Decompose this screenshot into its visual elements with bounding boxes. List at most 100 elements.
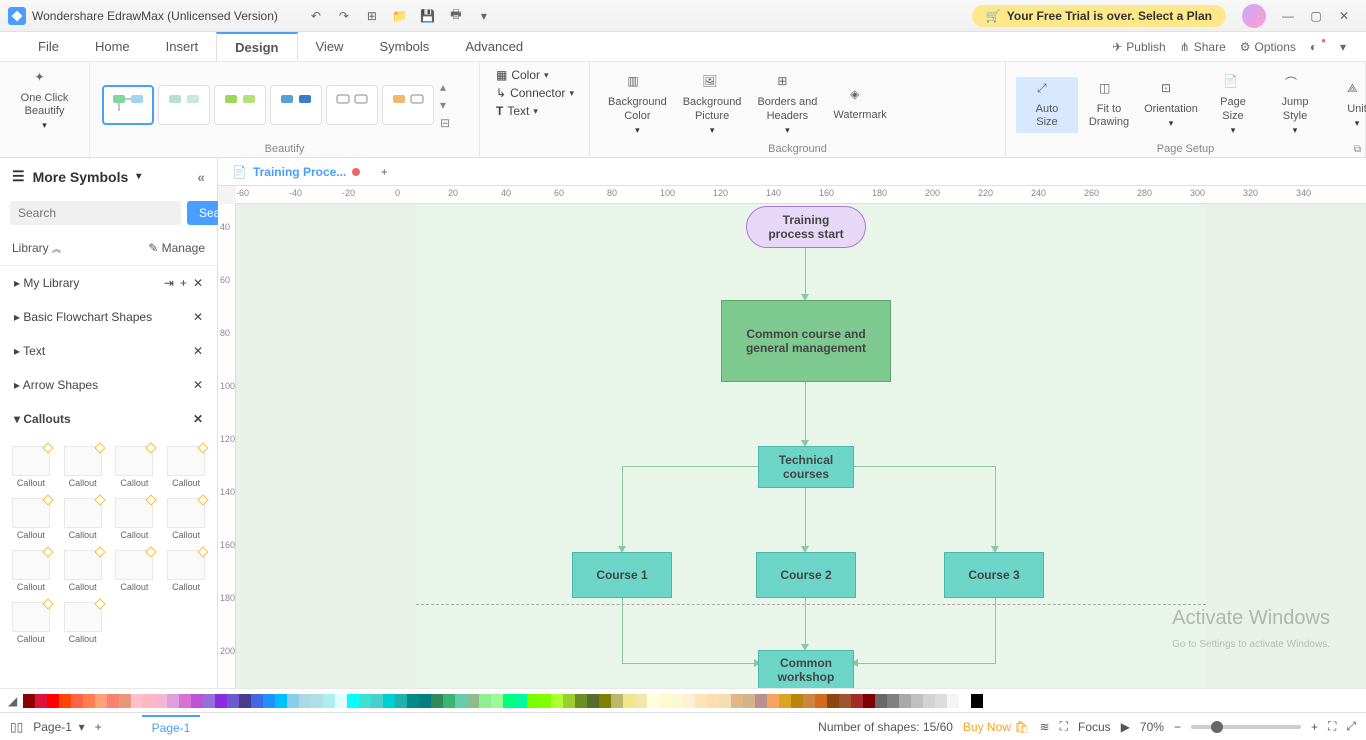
theme-2[interactable]	[158, 85, 210, 125]
color-swatch[interactable]	[599, 694, 611, 708]
canvas[interactable]: Training process start Common course and…	[236, 204, 1366, 688]
callout-shape[interactable]: Callout	[161, 442, 211, 492]
zoom-slider[interactable]	[1191, 725, 1301, 729]
collapse-sidebar-icon[interactable]: «	[197, 169, 205, 185]
shape-c3[interactable]: Course 3	[944, 552, 1044, 598]
color-swatch[interactable]	[899, 694, 911, 708]
color-swatch[interactable]	[659, 694, 671, 708]
callout-shape[interactable]: Callout	[161, 546, 211, 596]
color-swatch[interactable]	[299, 694, 311, 708]
cat-text[interactable]: ▸ Text✕	[0, 334, 217, 368]
close-cat-icon[interactable]: ✕	[193, 344, 203, 358]
color-swatch[interactable]	[191, 694, 203, 708]
color-swatch[interactable]	[155, 694, 167, 708]
menu-insert[interactable]: Insert	[148, 33, 217, 60]
presentation-icon[interactable]: ▶	[1121, 720, 1130, 734]
color-swatch[interactable]	[767, 694, 779, 708]
shape-workshop[interactable]: Common workshop	[758, 650, 854, 688]
manage-button[interactable]: ✎ Manage	[148, 241, 205, 255]
color-swatch[interactable]	[95, 694, 107, 708]
color-swatch[interactable]	[395, 694, 407, 708]
color-swatch[interactable]	[947, 694, 959, 708]
bg-color-button[interactable]: ▥Background Color▾	[600, 70, 675, 139]
color-swatch[interactable]	[611, 694, 623, 708]
menu-advanced[interactable]: Advanced	[447, 33, 541, 60]
color-swatch[interactable]	[731, 694, 743, 708]
redo-icon[interactable]: ↷	[330, 2, 358, 30]
jump-style-button[interactable]: ⌒Jump Style▾	[1264, 70, 1326, 139]
color-swatch[interactable]	[959, 694, 971, 708]
menu-symbols[interactable]: Symbols	[361, 33, 447, 60]
options-button[interactable]: ⚙Options	[1240, 40, 1296, 54]
color-swatch[interactable]	[443, 694, 455, 708]
callout-shape[interactable]: Callout	[58, 442, 108, 492]
new-icon[interactable]: ⊞	[358, 2, 386, 30]
color-swatch[interactable]	[527, 694, 539, 708]
color-swatch[interactable]	[143, 694, 155, 708]
close-cat-icon[interactable]: ✕	[193, 276, 203, 290]
close-cat-icon[interactable]: ✕	[193, 412, 203, 426]
open-icon[interactable]: 📁	[386, 2, 414, 30]
shape-start[interactable]: Training process start	[746, 206, 866, 248]
orientation-button[interactable]: ⊡Orientation▾	[1140, 77, 1202, 133]
save-icon[interactable]: 💾	[414, 2, 442, 30]
add-icon[interactable]: +	[180, 276, 187, 290]
theme-4[interactable]	[270, 85, 322, 125]
color-swatch[interactable]	[371, 694, 383, 708]
color-swatch[interactable]	[743, 694, 755, 708]
callout-shape[interactable]: Callout	[110, 442, 160, 492]
search-input[interactable]	[10, 201, 181, 225]
callout-shape[interactable]: Callout	[110, 494, 160, 544]
minimize-icon[interactable]: —	[1274, 2, 1302, 30]
color-swatch[interactable]	[407, 694, 419, 708]
color-swatch[interactable]	[971, 694, 983, 708]
callout-shape[interactable]: Callout	[110, 546, 160, 596]
color-swatch[interactable]	[491, 694, 503, 708]
color-swatch[interactable]	[587, 694, 599, 708]
color-swatch[interactable]	[167, 694, 179, 708]
unit-button[interactable]: ⟁Unit▾	[1326, 77, 1366, 133]
color-swatch[interactable]	[515, 694, 527, 708]
color-swatch[interactable]	[623, 694, 635, 708]
color-swatch[interactable]	[551, 694, 563, 708]
new-tab-button[interactable]: +	[370, 158, 398, 186]
color-swatch[interactable]	[215, 694, 227, 708]
focus-frame-icon[interactable]: ⛶	[1060, 719, 1068, 734]
callout-shape[interactable]: Callout	[58, 598, 108, 648]
color-swatch[interactable]	[35, 694, 47, 708]
color-swatch[interactable]	[923, 694, 935, 708]
callout-shape[interactable]: Callout	[6, 442, 56, 492]
panel-icon[interactable]: ▯▯	[10, 720, 23, 734]
share-button[interactable]: ⋔Share	[1180, 40, 1226, 54]
add-page-button[interactable]: +	[95, 720, 102, 734]
color-swatch[interactable]	[647, 694, 659, 708]
maximize-icon[interactable]: ▢	[1302, 2, 1330, 30]
color-dropdown[interactable]: ▦Color▾	[490, 66, 579, 84]
shape-common[interactable]: Common course and general management	[721, 300, 891, 382]
page-selector[interactable]: Page-1 ▾	[33, 720, 84, 734]
color-swatch[interactable]	[803, 694, 815, 708]
print-icon[interactable]: 🖶	[442, 2, 470, 30]
more-symbols-button[interactable]: ☰ More Symbols▾ «	[0, 158, 217, 195]
callout-shape[interactable]: Callout	[58, 546, 108, 596]
color-swatch[interactable]	[467, 694, 479, 708]
color-swatch[interactable]	[863, 694, 875, 708]
close-cat-icon[interactable]: ✕	[193, 378, 203, 392]
theme-gallery-icon[interactable]: ⊟	[440, 116, 450, 130]
color-swatch[interactable]	[311, 694, 323, 708]
menu-design[interactable]: Design	[216, 32, 297, 61]
watermark-button[interactable]: ◈Watermark	[825, 83, 894, 126]
fit-page-icon[interactable]: ⛶	[1328, 719, 1336, 734]
color-swatch[interactable]	[719, 694, 731, 708]
page[interactable]: Training process start Common course and…	[416, 204, 1206, 688]
color-swatch[interactable]	[323, 694, 335, 708]
theme-up-icon[interactable]: ▴	[440, 80, 450, 94]
color-swatch[interactable]	[671, 694, 683, 708]
one-click-beautify-button[interactable]: ✦ One Click Beautify▾	[10, 66, 79, 135]
color-swatch[interactable]	[359, 694, 371, 708]
color-swatch[interactable]	[431, 694, 443, 708]
theme-down-icon[interactable]: ▾	[440, 98, 450, 112]
color-swatch[interactable]	[419, 694, 431, 708]
color-swatch[interactable]	[851, 694, 863, 708]
color-swatch[interactable]	[251, 694, 263, 708]
